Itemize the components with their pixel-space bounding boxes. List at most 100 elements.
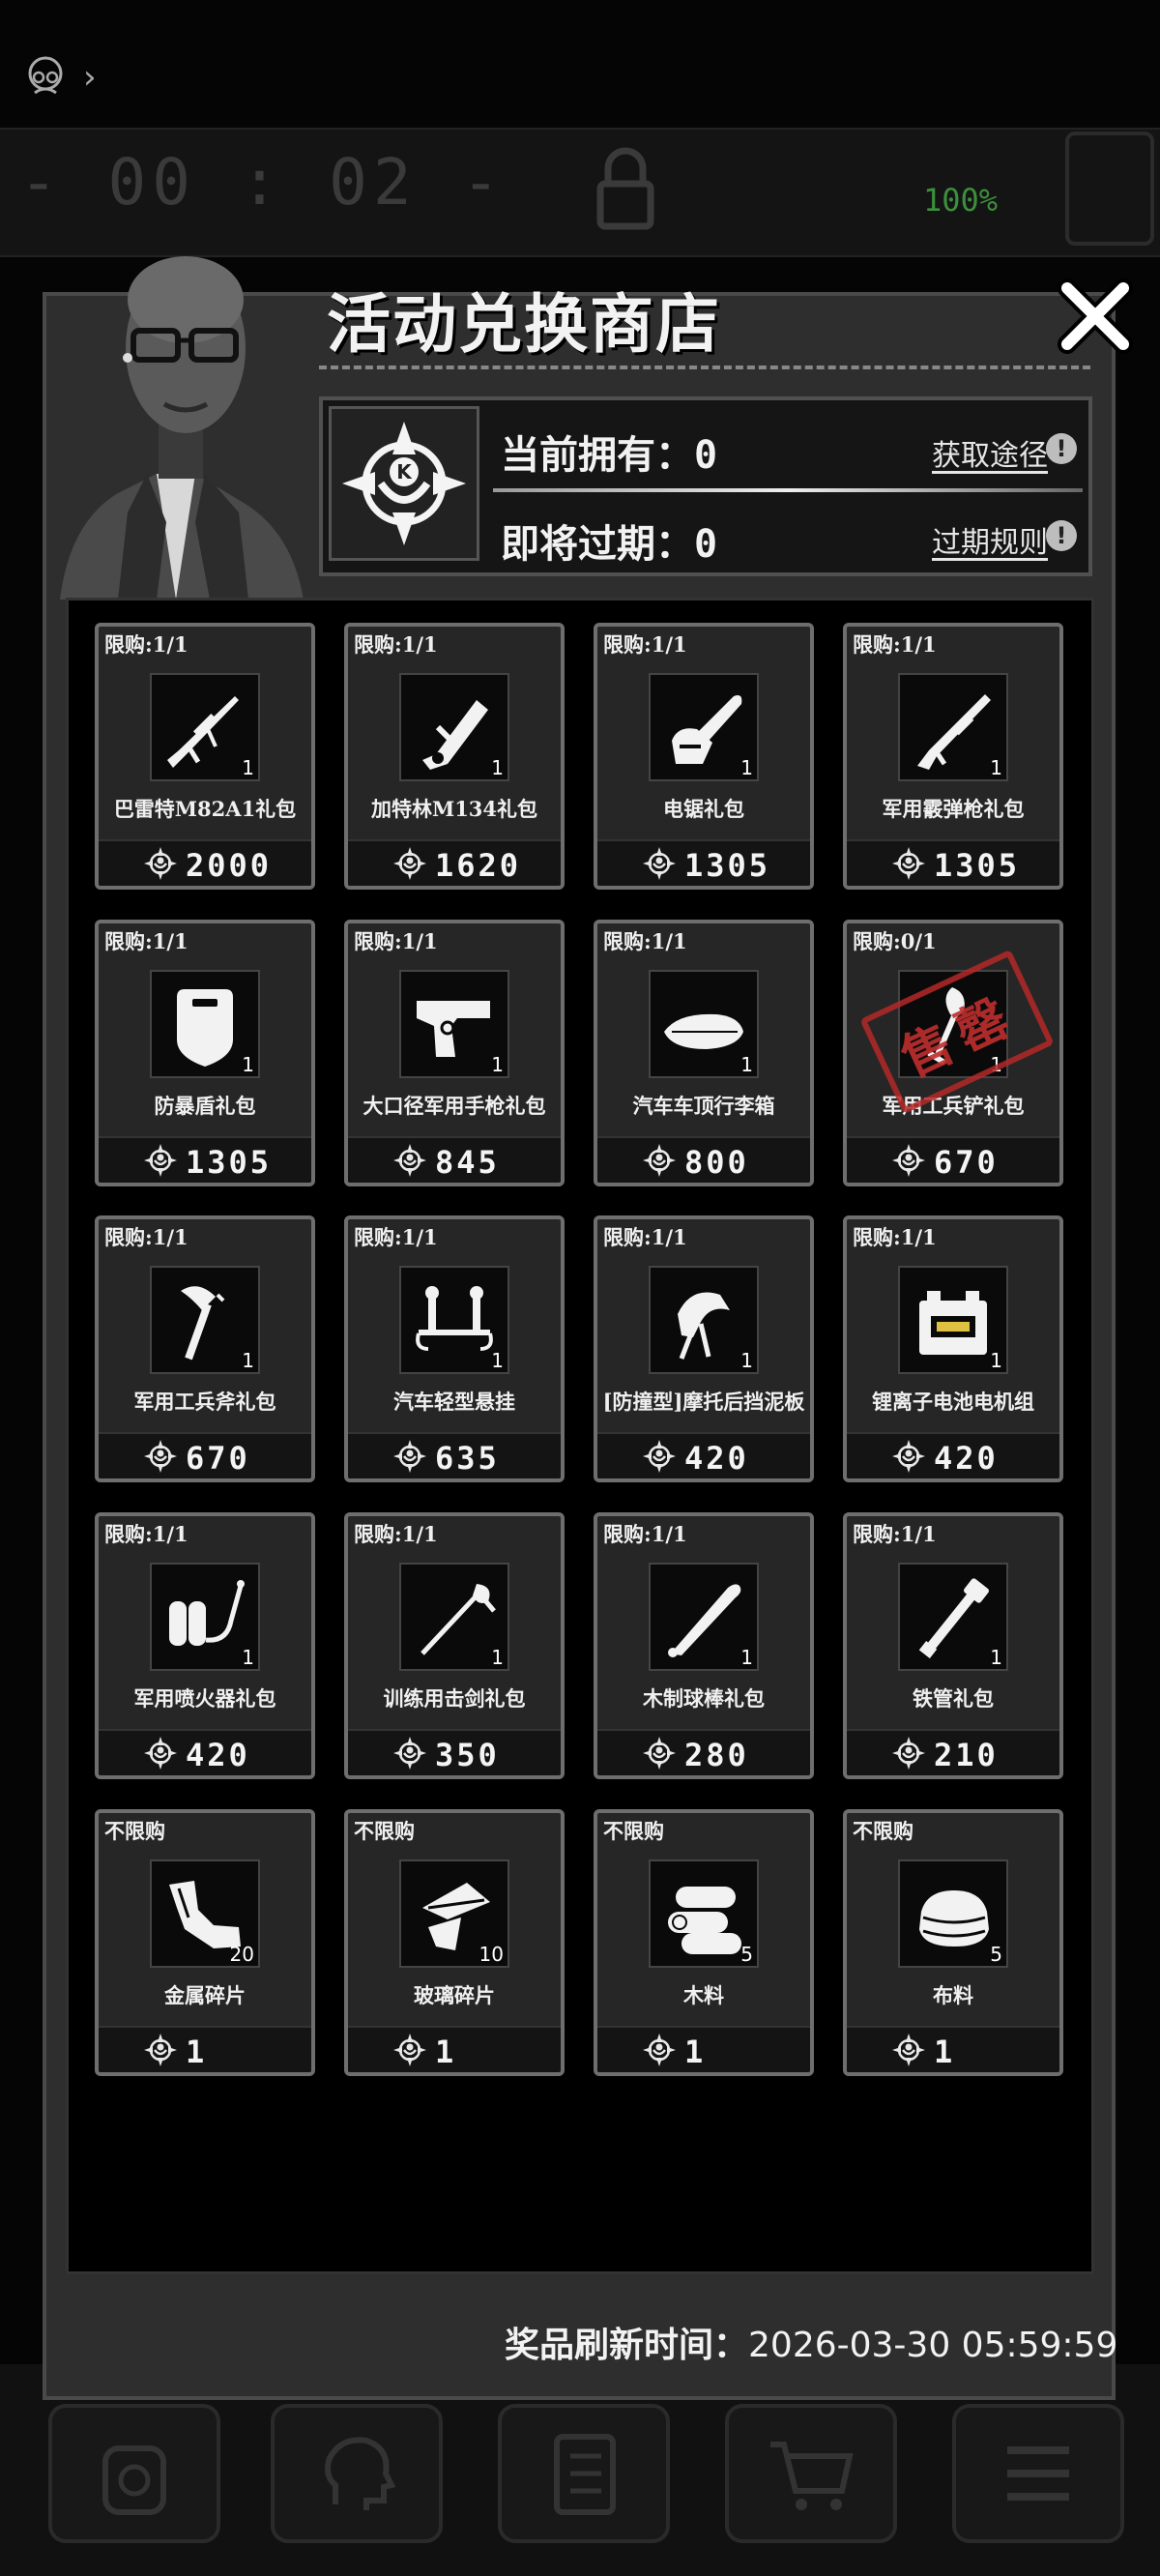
token-icon	[643, 1144, 676, 1177]
item-icon-frame: 20	[150, 1859, 260, 1968]
item-price: 1	[186, 2034, 208, 2070]
price-bar: 1	[847, 2026, 1059, 2072]
shop-nav-button[interactable]	[725, 2404, 897, 2543]
close-icon	[1058, 278, 1133, 354]
item-icon-frame: 1	[399, 970, 509, 1078]
price-bar: 670	[847, 1136, 1059, 1183]
item-name: 军用霰弹枪礼包	[882, 797, 1025, 821]
shop-item-card[interactable]: 不限购 5 布料 1	[843, 1809, 1063, 2076]
token-icon	[144, 1440, 177, 1473]
info-icon[interactable]: !	[1046, 520, 1077, 551]
item-price: 1	[684, 2034, 707, 2070]
price-bar: 420	[847, 1432, 1059, 1478]
item-price: 1305	[186, 1144, 273, 1181]
shop-item-card[interactable]: 限购:1/1 1 军用工兵斧礼包 670	[95, 1215, 315, 1482]
shop-item-card[interactable]: 不限购 5 木料 1	[594, 1809, 814, 2076]
shop-item-card[interactable]: 限购:1/1 1 [防撞型]摩托后挡泥板 420	[594, 1215, 814, 1482]
price-bar: 350	[348, 1729, 561, 1775]
item-price: 1620	[435, 847, 522, 884]
shop-item-card[interactable]: 限购:1/1 1 军用喷火器礼包 420	[95, 1512, 315, 1779]
item-icon-frame: 1	[649, 970, 759, 1078]
close-button[interactable]	[1056, 277, 1135, 356]
menu-nav-button[interactable]	[952, 2404, 1124, 2543]
purchase-limit: 限购:1/1	[603, 632, 687, 657]
brain-avatar-icon[interactable]	[21, 52, 70, 101]
journal-nav-button[interactable]	[498, 2404, 670, 2543]
item-quantity: 1	[990, 756, 1002, 779]
purchase-limit: 限购:1/1	[104, 929, 188, 953]
item-icon-frame: 5	[649, 1859, 759, 1968]
hud-slot[interactable]	[1065, 132, 1154, 246]
price-bar: 2000	[99, 839, 311, 886]
item-price: 1305	[934, 847, 1021, 884]
price-bar: 420	[597, 1432, 810, 1478]
shop-item-card[interactable]: 限购:1/1 1 大口径军用手枪礼包 845	[344, 920, 565, 1186]
item-icon-frame: 1	[150, 1563, 260, 1671]
shop-item-card[interactable]: 限购:1/1 1 训练用击剑礼包 350	[344, 1512, 565, 1779]
item-name: 训练用击剑礼包	[383, 1686, 526, 1711]
token-icon	[643, 1737, 676, 1770]
item-name: 防暴盾礼包	[154, 1094, 256, 1118]
item-price: 1305	[684, 847, 771, 884]
shop-item-card[interactable]: 限购:1/1 1 加特林M134礼包 1620	[344, 623, 565, 890]
item-name: 军用工兵铲礼包	[882, 1094, 1025, 1118]
token-icon	[144, 1737, 177, 1770]
title-divider	[319, 366, 1090, 369]
shop-item-card[interactable]: 限购:1/1 1 锂离子电池电机组 420	[843, 1215, 1063, 1482]
token-icon	[643, 847, 676, 880]
item-quantity: 1	[491, 1349, 504, 1372]
item-icon-frame: 1	[898, 1563, 1008, 1671]
item-name: 电锯礼包	[663, 797, 744, 821]
item-icon-frame: 1	[399, 1266, 509, 1374]
backpack-nav-button[interactable]	[48, 2404, 220, 2543]
purchase-limit: 限购:1/1	[104, 1225, 188, 1249]
price-bar: 1620	[348, 839, 561, 886]
shop-item-card[interactable]: 不限购 10 玻璃碎片 1	[344, 1809, 565, 2076]
item-price: 420	[684, 1440, 749, 1477]
shop-item-card[interactable]: 限购:1/1 1 汽车车顶行李箱 800	[594, 920, 814, 1186]
iron-pipe-icon	[918, 1578, 989, 1659]
item-icon-frame: 5	[898, 1859, 1008, 1968]
item-price: 800	[684, 1144, 749, 1181]
expiring-label: 即将过期：	[501, 522, 694, 567]
price-bar: 1305	[597, 839, 810, 886]
shop-item-card[interactable]: 限购:1/1 1 巴雷特M82A1礼包 2000	[95, 623, 315, 890]
lock-icon	[596, 147, 654, 230]
skills-nav-button[interactable]	[271, 2404, 443, 2543]
info-icon[interactable]: !	[1046, 433, 1077, 464]
expiring-value: 0	[694, 522, 718, 567]
item-price: 635	[435, 1440, 500, 1477]
shop-item-card[interactable]: 限购:0/1 1 军用工兵铲礼包 670 售罄	[843, 920, 1063, 1186]
item-quantity: 20	[229, 1943, 254, 1966]
shop-item-card[interactable]: 限购:1/1 1 汽车轻型悬挂 635	[344, 1215, 565, 1482]
hud-timer: - 00 : 02 -	[19, 145, 507, 220]
shop-item-card[interactable]: 限购:1/1 1 防暴盾礼包 1305	[95, 920, 315, 1186]
obtain-method-link[interactable]: 获取途径	[932, 431, 1048, 474]
shop-item-card[interactable]: 限购:1/1 1 木制球棒礼包 280	[594, 1512, 814, 1779]
shop-item-card[interactable]: 限购:1/1 1 军用霰弹枪礼包 1305	[843, 623, 1063, 890]
expiring-row: 即将过期：0	[501, 512, 717, 569]
token-icon	[393, 1440, 426, 1473]
purchase-limit: 不限购	[853, 1819, 914, 1843]
price-bar: 845	[348, 1136, 561, 1183]
item-quantity: 1	[990, 1646, 1002, 1669]
owned-value: 0	[694, 433, 718, 478]
shop-item-card[interactable]: 限购:1/1 1 电锯礼包 1305	[594, 623, 814, 890]
price-bar: 280	[597, 1729, 810, 1775]
item-name: 布料	[933, 1983, 973, 2007]
chevron-right-icon[interactable]: ›	[83, 58, 97, 97]
token-icon	[892, 2034, 925, 2066]
wood-log-icon	[668, 1887, 741, 1954]
axe-icon	[181, 1286, 225, 1361]
refresh-label: 奖品刷新时间：	[505, 2326, 749, 2365]
item-quantity: 1	[740, 1646, 753, 1669]
shop-item-card[interactable]: 限购:1/1 1 铁管礼包 210	[843, 1512, 1063, 1779]
item-icon-frame: 1	[150, 673, 260, 781]
item-name: 军用工兵斧礼包	[133, 1390, 276, 1414]
expiry-rules-link[interactable]: 过期规则	[932, 518, 1048, 561]
shop-item-card[interactable]: 不限购 20 金属碎片 1	[95, 1809, 315, 2076]
price-bar: 670	[99, 1432, 311, 1478]
item-name: 锂离子电池电机组	[872, 1390, 1034, 1414]
item-icon-frame: 1	[399, 673, 509, 781]
cloth-icon	[919, 1890, 989, 1947]
